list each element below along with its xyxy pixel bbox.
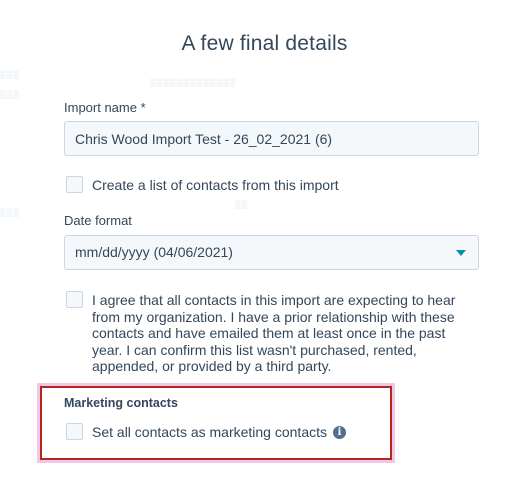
create-list-checkbox[interactable] <box>66 176 83 193</box>
marketing-contacts-checkbox-label: Set all contacts as marketing contacts <box>92 424 327 440</box>
create-list-label: Create a list of contacts from this impo… <box>92 177 339 193</box>
date-format-selected-value: mm/dd/yyyy (04/06/2021) <box>75 244 233 260</box>
consent-text: I agree that all contacts in this import… <box>92 292 456 374</box>
ghost-artifact-5: ▒▒ <box>235 200 249 209</box>
ghost-artifact-1: ▒▒▒ <box>0 70 21 79</box>
ghost-artifact-4: ▒▒▒ <box>0 208 21 217</box>
caret-down-icon <box>456 250 466 256</box>
import-name-input[interactable] <box>64 121 479 156</box>
page-title: A few final details <box>181 32 348 55</box>
date-format-select[interactable]: mm/dd/yyyy (04/06/2021) <box>64 235 479 270</box>
date-format-label: Date format <box>64 213 132 228</box>
marketing-contacts-checkbox[interactable] <box>66 423 83 440</box>
ghost-artifact-2: ▒▒▒▒▒▒▒▒▒▒▒▒▒ <box>150 78 237 87</box>
info-icon[interactable]: i <box>333 426 346 439</box>
import-name-label: Import name * <box>64 100 146 115</box>
ghost-artifact-3: ▒▒▒ <box>0 90 21 99</box>
marketing-contacts-label: Marketing contacts <box>64 396 178 410</box>
consent-checkbox[interactable] <box>66 291 83 308</box>
